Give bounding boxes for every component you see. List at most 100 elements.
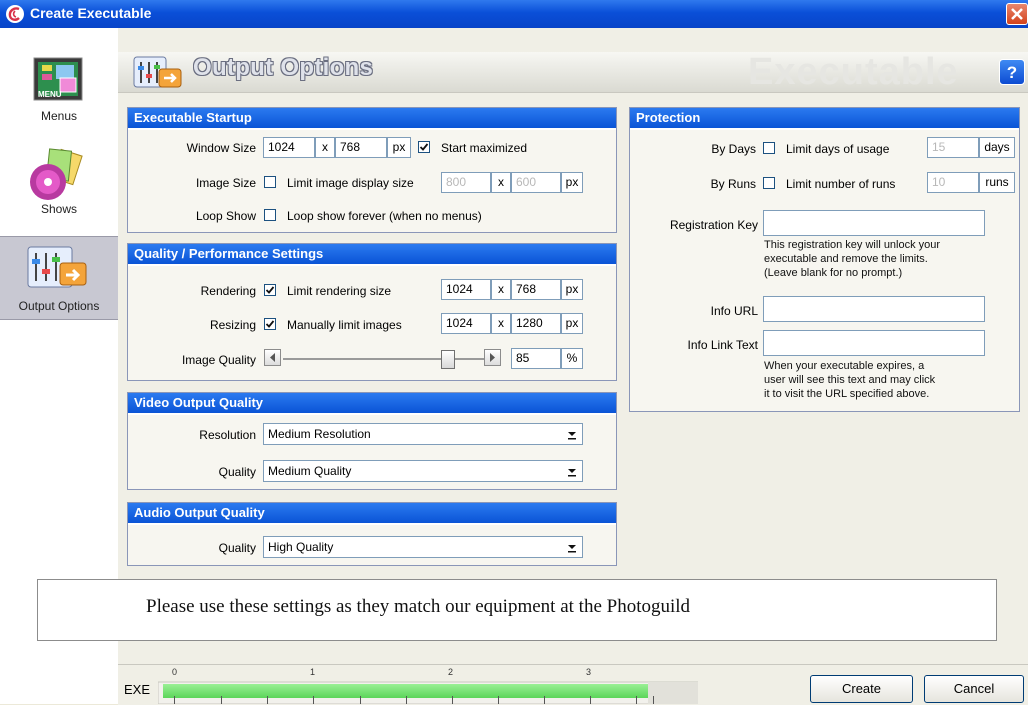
panel-heading: Video Output Quality: [128, 393, 616, 415]
start-maximized-checkbox[interactable]: [418, 141, 430, 153]
output-options-icon: [27, 246, 87, 288]
window-title: Create Executable: [30, 5, 152, 21]
image-quality-label: Image Quality: [181, 353, 256, 367]
arrow-left-icon: [270, 353, 275, 362]
annotation-text: Please use these settings as they match …: [146, 596, 691, 617]
info-link-text-input[interactable]: [763, 330, 985, 356]
registration-key-note: This registration key will unlock your e…: [764, 238, 940, 280]
unit-label: px: [561, 313, 583, 334]
limit-days-checkbox[interactable]: [763, 142, 775, 154]
render-height-input[interactable]: 768: [511, 279, 561, 300]
limit-display-checkbox[interactable]: [264, 176, 276, 188]
create-button[interactable]: Create: [810, 675, 913, 703]
check-icon: [265, 320, 275, 328]
window-height-input[interactable]: 768: [335, 137, 387, 158]
resolution-value: Medium Resolution: [268, 427, 371, 441]
window-width-input[interactable]: 1024: [263, 137, 315, 158]
info-url-input[interactable]: [763, 296, 985, 322]
window-size-label: Window Size: [186, 141, 256, 155]
limit-runs-checkbox[interactable]: [763, 177, 775, 189]
video-quality-select[interactable]: Medium Quality: [263, 460, 583, 482]
video-quality-label: Quality: [218, 465, 256, 479]
sidebar-item-output-options[interactable]: Output Options: [0, 236, 118, 320]
panel-heading: Executable Startup: [128, 108, 616, 130]
progress-tick-label: 0: [172, 667, 178, 677]
resize-height-input[interactable]: 1280: [511, 313, 561, 334]
limit-display-label: Limit image display size: [287, 176, 414, 190]
image-quality-slider-thumb[interactable]: [441, 350, 455, 369]
dimension-separator: x: [315, 137, 335, 158]
loop-show-label: Loop Show: [195, 209, 256, 223]
image-width-input[interactable]: 800: [441, 172, 491, 193]
slider-decrease-button[interactable]: [264, 349, 281, 366]
progress-tick: [360, 696, 361, 704]
progress-tick-label: 2: [448, 667, 454, 677]
panel-heading: Audio Output Quality: [128, 503, 616, 525]
exe-label: EXE: [124, 682, 151, 697]
help-button[interactable]: ?: [999, 59, 1025, 85]
sidebar-item-label: Menus: [40, 109, 78, 123]
resolution-select[interactable]: Medium Resolution: [263, 423, 583, 445]
unit-label: px: [561, 279, 583, 300]
info-url-label: Info URL: [710, 304, 758, 318]
progress-tick: [221, 696, 222, 704]
progress-tick: [174, 696, 175, 704]
manual-limit-label: Manually limit images: [287, 318, 402, 332]
app-logo-icon: [6, 5, 24, 23]
resize-width-input[interactable]: 1024: [441, 313, 491, 334]
runs-input[interactable]: 10: [927, 172, 979, 193]
sidebar-item-label: Shows: [40, 202, 78, 216]
loop-forever-label: Loop show forever (when no menus): [287, 209, 482, 223]
progress-tick: [653, 696, 654, 704]
progress-tick: [544, 696, 545, 704]
days-unit-label: days: [979, 137, 1015, 158]
limit-rendering-checkbox[interactable]: [264, 284, 276, 296]
limit-days-label: Limit days of usage: [786, 142, 890, 156]
progress-tick: [636, 696, 637, 704]
unit-label: px: [561, 172, 583, 193]
slider-increase-button[interactable]: [484, 349, 501, 366]
menus-icon: MENU: [33, 57, 83, 101]
sidebar-item-shows[interactable]: Shows: [0, 122, 118, 222]
render-width-input[interactable]: 1024: [441, 279, 491, 300]
loop-forever-checkbox[interactable]: [264, 209, 276, 221]
chevron-down-icon: [568, 469, 576, 477]
dimension-separator: x: [491, 279, 511, 300]
sidebar-item-label: Output Options: [18, 299, 100, 313]
cancel-button[interactable]: Cancel: [924, 675, 1024, 703]
title-bar: Create Executable: [0, 0, 1028, 28]
registration-key-input[interactable]: [763, 210, 985, 236]
image-quality-slider-track[interactable]: [283, 358, 491, 360]
progress-tick: [452, 696, 453, 704]
close-button[interactable]: [1006, 3, 1028, 25]
manual-limit-checkbox[interactable]: [264, 318, 276, 330]
limit-runs-label: Limit number of runs: [786, 177, 896, 191]
dimension-separator: x: [491, 172, 511, 193]
progress-tick-label: 3: [586, 667, 592, 677]
header-watermark: Executable: [748, 51, 959, 93]
svg-text:MENU: MENU: [38, 90, 62, 99]
progress-tick-label: 1: [310, 667, 316, 677]
days-input[interactable]: 15: [927, 137, 979, 158]
image-height-input[interactable]: 600: [511, 172, 561, 193]
sidebar-item-menus[interactable]: MENU Menus: [0, 28, 118, 123]
check-icon: [265, 286, 275, 294]
close-icon: [1011, 8, 1023, 20]
registration-key-label: Registration Key: [669, 218, 758, 232]
output-options-header-icon: [133, 56, 182, 88]
chevron-down-icon: [568, 432, 576, 440]
image-quality-input[interactable]: 85: [511, 348, 561, 369]
by-runs-label: By Runs: [710, 177, 756, 191]
check-icon: [419, 143, 429, 151]
note-line: This registration key will unlock your: [764, 239, 941, 251]
rendering-label: Rendering: [200, 284, 256, 298]
image-size-label: Image Size: [195, 176, 256, 190]
unit-label: px: [387, 137, 411, 158]
by-days-label: By Days: [711, 142, 756, 156]
progress-tick: [590, 696, 591, 704]
resolution-label: Resolution: [199, 428, 256, 442]
note-line: (Leave blank for no prompt.): [764, 267, 903, 279]
shows-icon: [30, 148, 83, 200]
audio-quality-select[interactable]: High Quality: [263, 536, 583, 558]
info-link-text-label: Info Link Text: [687, 338, 759, 352]
